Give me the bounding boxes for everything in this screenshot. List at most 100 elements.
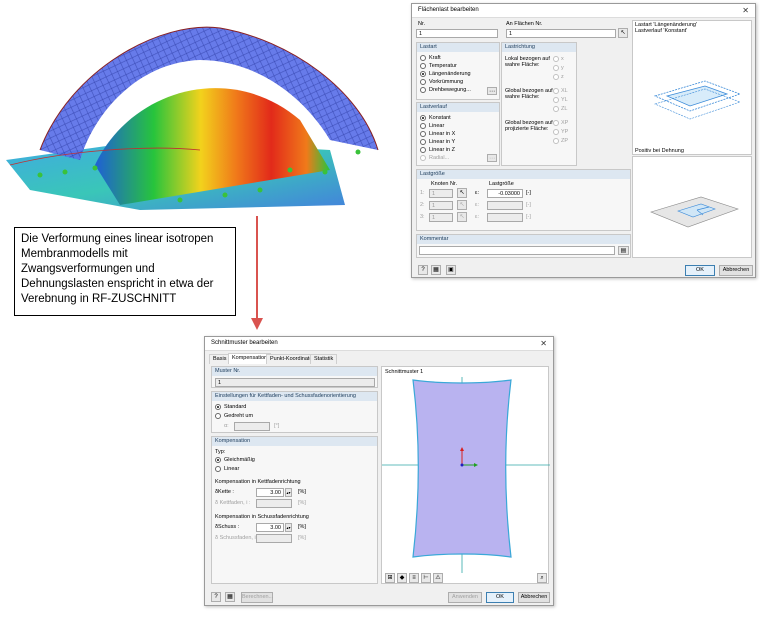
select-surface-icon[interactable]: ↖ [618, 28, 628, 38]
ok-button[interactable]: OK [486, 592, 514, 603]
select-node-icon[interactable]: ↖ [457, 200, 467, 210]
callout-line: Dehnungslasten enspricht in etwa der [21, 278, 214, 290]
knoten-field[interactable]: 1 [429, 201, 453, 210]
kett-spinner-icon[interactable]: ▴▾ [285, 488, 292, 497]
kett-field[interactable]: 3.00 [256, 488, 284, 497]
kommentar-group: Kommentar ▤ [416, 234, 631, 258]
verlauf-radio-linear-y[interactable] [420, 139, 426, 145]
axis-label: XL [561, 88, 568, 94]
nr-field[interactable]: 1 [416, 29, 498, 38]
lastgroesse-field[interactable]: -0.03000 [487, 189, 523, 198]
flaechen-label: An Flächen Nr. [506, 21, 543, 27]
kompensation-header: Kompensation [212, 437, 377, 446]
callout-line: Zwangsverformungen und [21, 263, 155, 275]
alpha-field[interactable] [234, 422, 270, 431]
axis-label: z [561, 74, 564, 80]
dialog-title: Flächenlast bearbeiten [418, 7, 479, 13]
table-icon[interactable]: ▦ [225, 592, 235, 602]
tab-statistik[interactable]: Statistik [310, 354, 338, 364]
lastart-radio-vorkruemmung[interactable] [420, 79, 426, 85]
berechnen-button[interactable]: Berechnen... [241, 592, 273, 603]
axis-label: XP [561, 120, 569, 126]
select-node-icon[interactable]: ↖ [457, 212, 467, 222]
help-icon[interactable]: ? [211, 592, 221, 602]
tab-bar: Basis Kompensation Punkt-Koordinaten Sta… [209, 353, 549, 365]
lastgroesse-field[interactable] [487, 213, 523, 222]
table-icon[interactable]: ▦ [431, 265, 441, 275]
schuss-field[interactable]: 3.00 [256, 523, 284, 532]
help-icon[interactable]: ? [418, 265, 428, 275]
axis-radio-y[interactable] [553, 65, 559, 71]
orient-radio-standard[interactable] [215, 404, 221, 410]
knoten-field[interactable]: 1 [429, 189, 453, 198]
muster-field[interactable]: 1 [215, 378, 375, 387]
verlauf-radio-linear-z[interactable] [420, 147, 426, 153]
kett-dim-field[interactable] [256, 499, 292, 508]
drehbewegung-settings-icon[interactable]: ⋯ [487, 87, 497, 95]
preview-text: Lastverlauf 'Konstant' [635, 28, 688, 34]
zoom-icon[interactable]: ⌕ [537, 573, 547, 583]
lastart-radio-temperatur[interactable] [420, 63, 426, 69]
graphic-icon[interactable]: ▣ [446, 265, 456, 275]
cancel-button[interactable]: Abbrechen [518, 592, 550, 603]
axis-label: x [561, 56, 564, 62]
warning-icon[interactable]: ⚠ [433, 573, 443, 583]
kett-symbol: δKette : [215, 489, 234, 495]
lastrichtung-label: wahre Fläche: [505, 94, 540, 100]
unit-label: [-] [526, 202, 531, 208]
axes-icon[interactable]: ⊢ [421, 573, 431, 583]
axis-radio-yp[interactable] [553, 129, 559, 135]
verlauf-radio-radial[interactable] [420, 155, 426, 161]
lastart-radio-kraft[interactable] [420, 55, 426, 61]
axis-radio-x[interactable] [553, 56, 559, 62]
verlauf-radio-konstant[interactable] [420, 115, 426, 121]
axis-radio-xp[interactable] [553, 120, 559, 126]
schuss-dim-field[interactable] [256, 534, 292, 543]
dialog-titlebar: Schnittmuster bearbeiten ✕ [205, 337, 553, 351]
dialog-title: Schnittmuster bearbeiten [211, 340, 278, 346]
typ-radio-gleichmaessig[interactable] [215, 457, 221, 463]
alpha-unit: [°] [274, 423, 280, 429]
view-toggle-icon[interactable]: ⊞ [385, 573, 395, 583]
close-icon[interactable]: ✕ [742, 6, 749, 15]
select-node-icon[interactable]: ↖ [457, 188, 467, 198]
orient-radio-gedreht[interactable] [215, 413, 221, 419]
axis-radio-z[interactable] [553, 74, 559, 80]
kett-label: Kompensation in Kettfadenrichtung [215, 479, 301, 485]
axis-radio-xl[interactable] [553, 88, 559, 94]
comment-library-icon[interactable]: ▤ [618, 246, 629, 255]
kommentar-field[interactable] [419, 246, 615, 255]
axis-radio-yl[interactable] [553, 97, 559, 103]
typ-radio-linear[interactable] [215, 466, 221, 472]
radial-settings-icon[interactable]: ⋯ [487, 154, 497, 162]
muster-header: Muster Nr. [212, 367, 377, 376]
lastart-radio-laengenaenderung[interactable] [420, 71, 426, 77]
axis-radio-zp[interactable] [553, 138, 559, 144]
nr-label: Nr. [418, 21, 426, 27]
apply-button[interactable]: Anwenden [448, 592, 482, 603]
axis-radio-zl[interactable] [553, 106, 559, 112]
lastverlauf-group: Lastverlauf Konstant Linear Linear in X … [416, 102, 500, 166]
ok-button[interactable]: OK [685, 265, 715, 276]
lastart-radio-drehbewegung[interactable] [420, 87, 426, 93]
lastverlauf-header: Lastverlauf [417, 103, 499, 112]
typ-label: Typ: [215, 449, 226, 455]
close-icon[interactable]: ✕ [540, 339, 547, 348]
cancel-button[interactable]: Abbrechen [719, 265, 753, 276]
tab-kompensation[interactable]: Kompensation [228, 353, 272, 364]
verlauf-radio-linear-x[interactable] [420, 131, 426, 137]
schuss-spinner-icon[interactable]: ▴▾ [285, 523, 292, 532]
lastrichtung-label: wahre Fläche: [505, 62, 540, 68]
schuss-label: Kompensation in Schussfadenrichtung [215, 514, 309, 520]
orient-option: Standard [224, 404, 247, 410]
verlauf-radio-linear[interactable] [420, 123, 426, 129]
view-3d-icon[interactable]: ◆ [397, 573, 407, 583]
flaechen-field[interactable]: 1 [506, 29, 616, 38]
local-axes-preview-icon [650, 196, 739, 228]
lastgroesse-field[interactable] [487, 201, 523, 210]
lastgroesse-group: Lastgröße Knoten Nr. Lastgröße 1: 1 ↖ ε:… [416, 169, 631, 231]
callout-line: Die Verformung eines linear isotropen [21, 233, 214, 245]
layers-icon[interactable]: ≡ [409, 573, 419, 583]
knoten-field[interactable]: 1 [429, 213, 453, 222]
lastart-group: Lastart Kraft Temperatur Längenänderung … [416, 42, 500, 100]
